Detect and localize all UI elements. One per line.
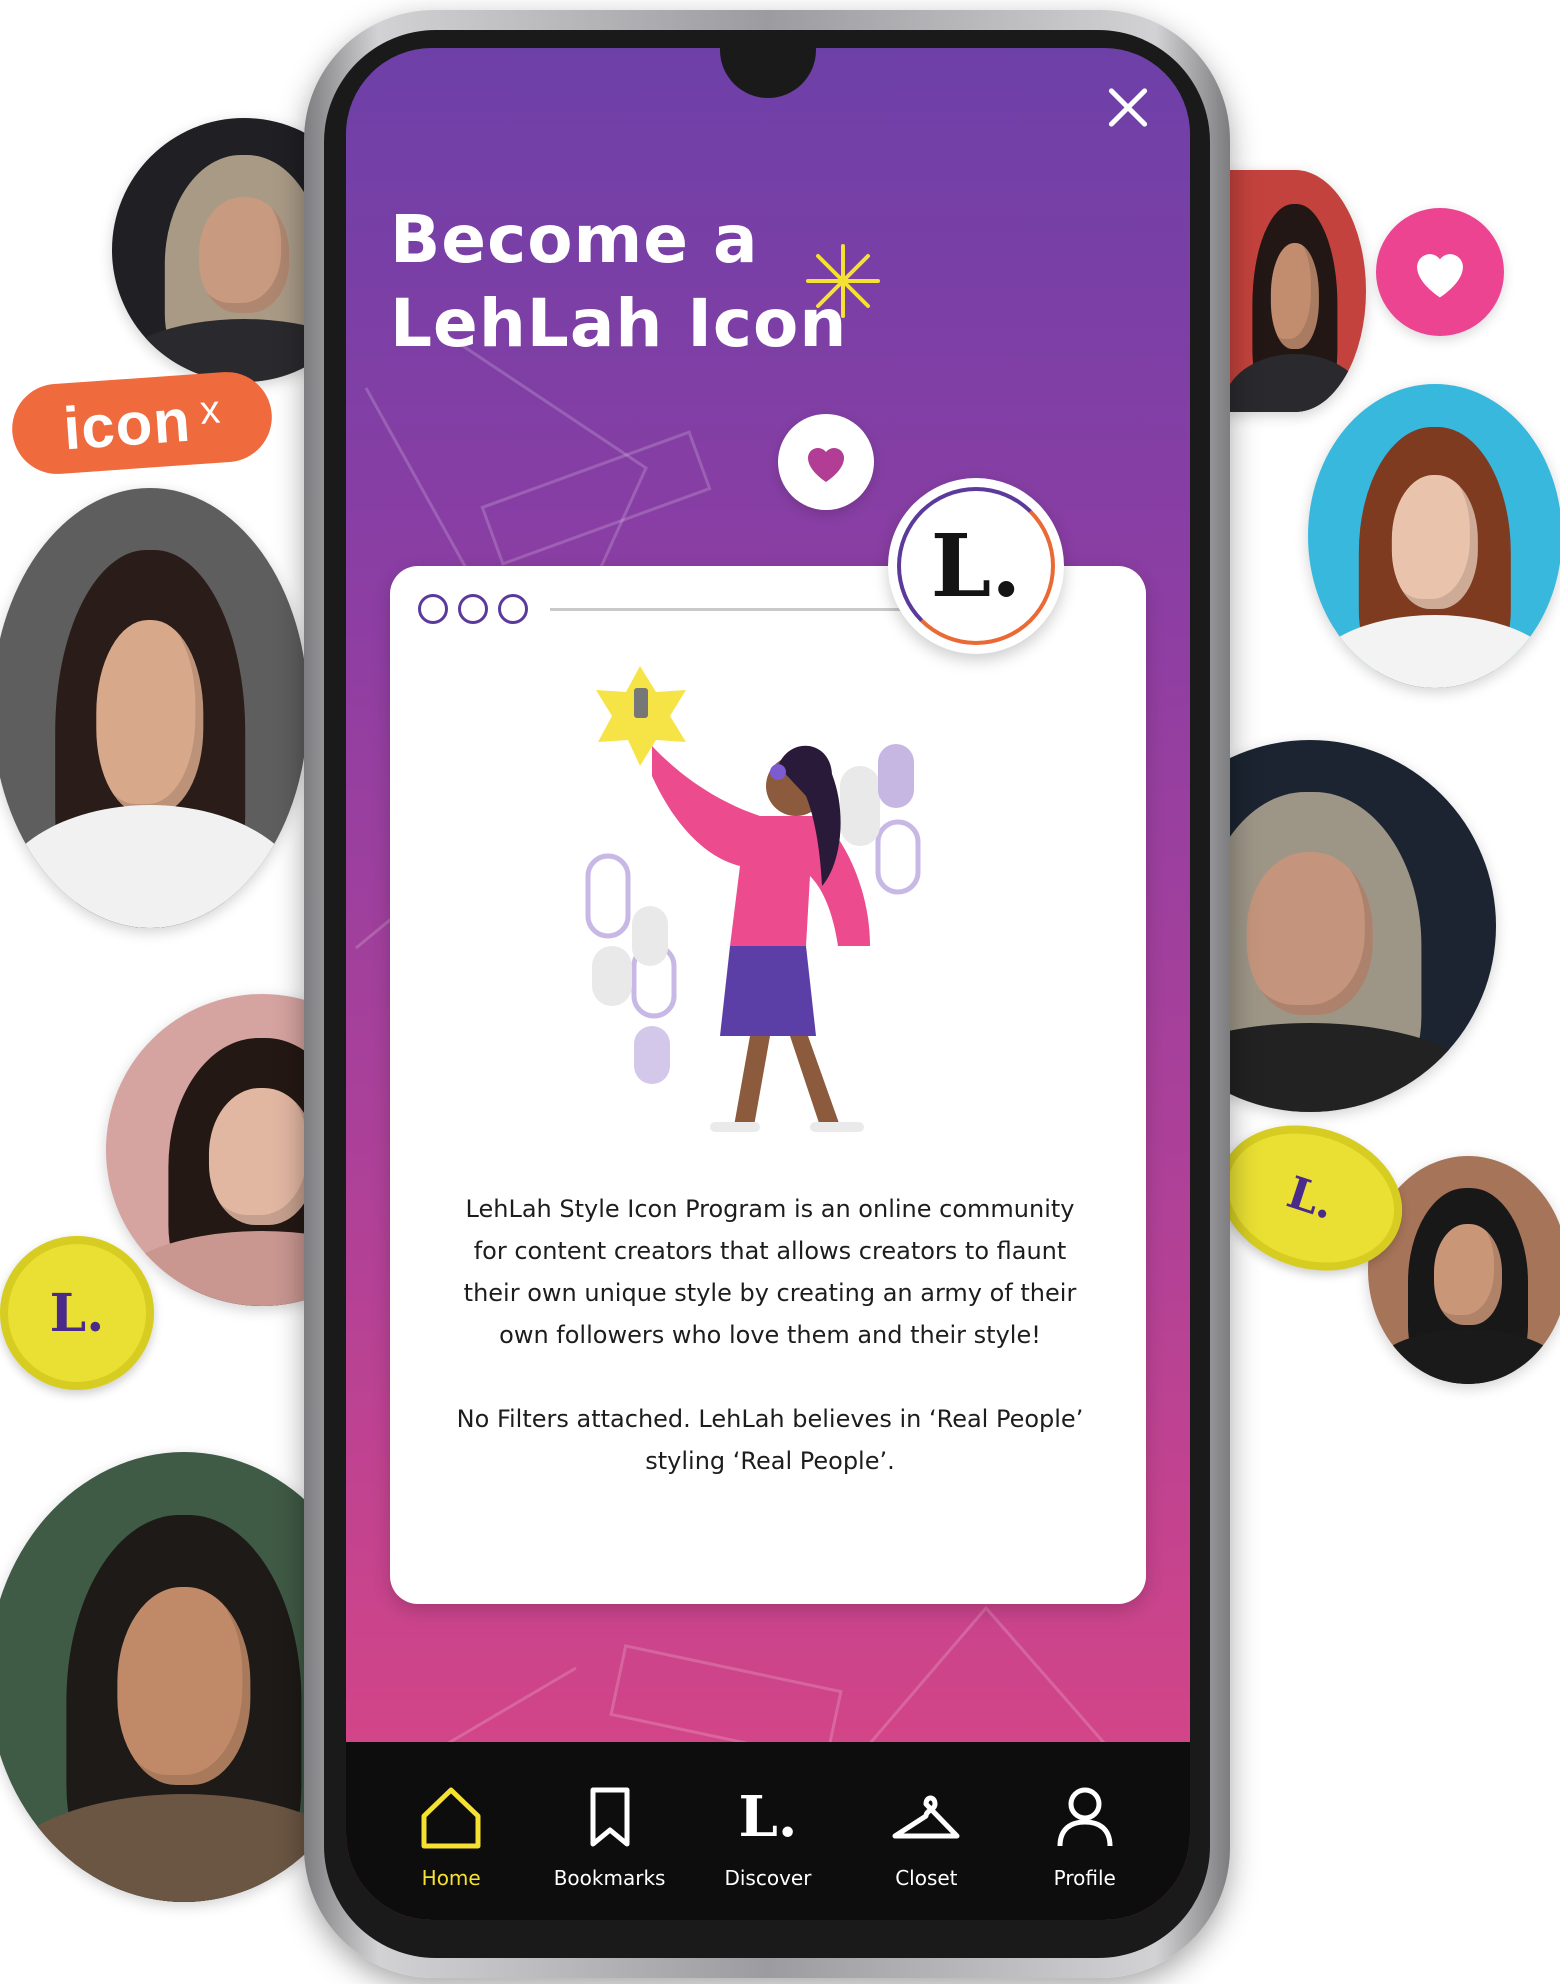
page-title: Become a LehLah Icon [390, 201, 848, 362]
icon-x-badge: icon x [9, 369, 275, 477]
tab-bookmarks[interactable]: Bookmarks [535, 1742, 685, 1890]
lehlah-logo-icon: L. [738, 1784, 798, 1850]
tab-profile[interactable]: Profile [1010, 1742, 1160, 1890]
tab-label: Discover [724, 1866, 812, 1890]
heart-icon [1417, 254, 1463, 298]
avatar-photo [1308, 384, 1560, 688]
url-bar [550, 608, 930, 611]
bottom-tab-bar: Home Bookmarks L. Discover Closet Profil… [346, 1742, 1190, 1920]
tab-label: Closet [895, 1866, 958, 1890]
close-button[interactable] [1098, 78, 1158, 138]
badge-word: icon [61, 386, 193, 462]
heart-icon [808, 448, 844, 482]
tab-closet[interactable]: Closet [851, 1742, 1001, 1890]
coin-icon: L. [0, 1236, 154, 1390]
tab-label: Home [421, 1866, 481, 1890]
creator-illustration [585, 666, 921, 1132]
bookmark-icon [590, 1787, 630, 1847]
window-dots [418, 594, 528, 624]
hanger-icon [892, 1795, 960, 1839]
lehlah-logo-icon: L. [930, 515, 1022, 617]
tab-discover[interactable]: L. Discover [693, 1742, 843, 1890]
info-card: LehLah Style Icon Program is an online c… [390, 566, 1146, 1604]
description: LehLah Style Icon Program is an online c… [450, 1188, 1090, 1524]
avatar-photo [0, 488, 308, 928]
tab-label: Bookmarks [553, 1866, 666, 1890]
home-icon [421, 1787, 481, 1849]
heart-badge [1376, 208, 1504, 336]
app-screen: Become a LehLah Icon LehLah Style Icon P… [346, 48, 1190, 1920]
heart-badge [778, 414, 874, 510]
tab-label: Profile [1053, 1866, 1116, 1890]
profile-icon [1057, 1787, 1113, 1847]
avatar-photo [1224, 170, 1366, 412]
sparkle-icon [806, 244, 880, 318]
description-paragraph: LehLah Style Icon Program is an online c… [463, 1195, 1077, 1349]
badge-suffix: x [198, 387, 222, 433]
tab-home[interactable]: Home [376, 1742, 526, 1890]
lehlah-logo: L. [888, 478, 1064, 654]
description-paragraph: No Filters attached. LehLah believes in … [456, 1405, 1084, 1475]
